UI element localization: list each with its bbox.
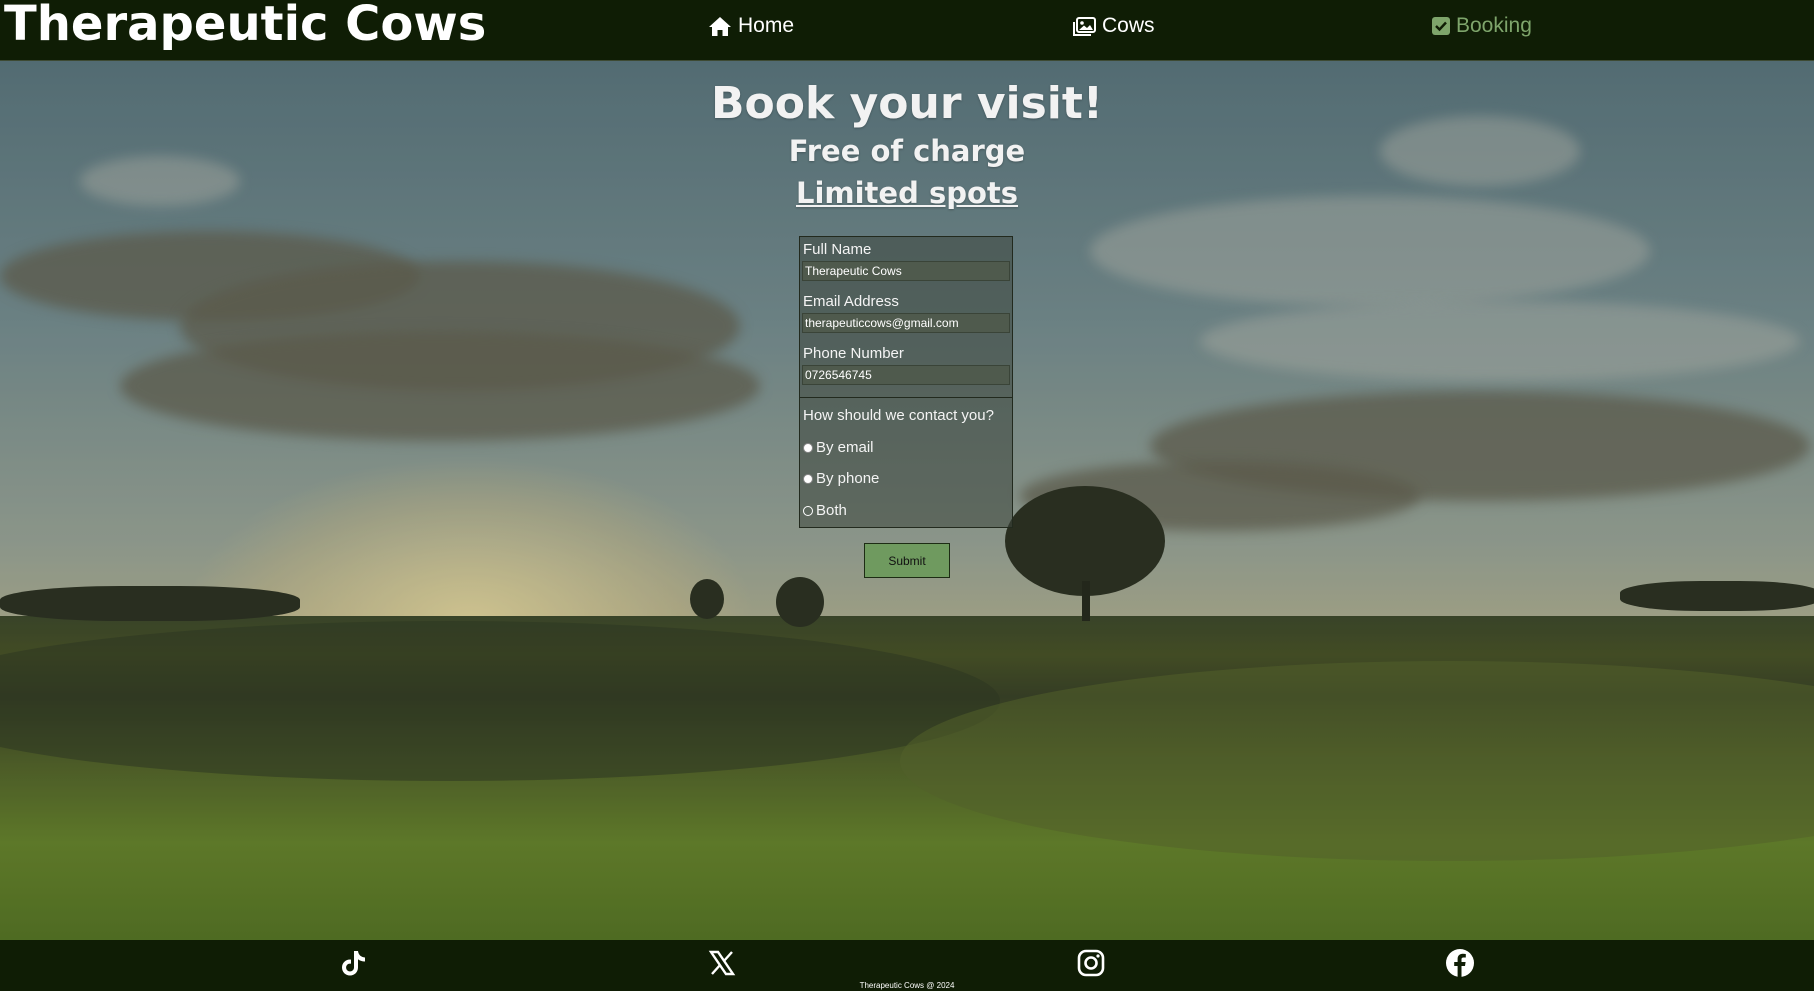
nav-cows-label: Cows bbox=[1102, 14, 1155, 37]
radio-both[interactable] bbox=[803, 505, 813, 516]
x-twitter-icon[interactable] bbox=[707, 948, 737, 978]
radio-phone-label: By phone bbox=[816, 470, 880, 487]
nav-cows[interactable]: Cows bbox=[1073, 14, 1155, 38]
site-header: Therapeutic Cows Home Cows Booking bbox=[0, 0, 1814, 61]
facebook-icon[interactable] bbox=[1445, 948, 1475, 978]
copyright-text: Therapeutic Cows @ 2024 bbox=[859, 981, 955, 990]
images-icon bbox=[1073, 16, 1096, 36]
email-input[interactable] bbox=[802, 313, 1010, 333]
instagram-icon[interactable] bbox=[1076, 948, 1106, 978]
full-name-label: Full Name bbox=[803, 241, 872, 258]
phone-label: Phone Number bbox=[803, 345, 904, 362]
radio-email-label: By email bbox=[816, 439, 874, 456]
contact-option-both[interactable]: Both bbox=[803, 502, 847, 519]
contact-question: How should we contact you? bbox=[803, 407, 994, 424]
radio-phone[interactable] bbox=[803, 473, 813, 484]
nav-booking-label: Booking bbox=[1456, 14, 1532, 37]
nav-home-label: Home bbox=[738, 14, 795, 37]
tiktok-icon[interactable] bbox=[338, 948, 368, 978]
radio-email[interactable] bbox=[803, 442, 813, 453]
limited-spots-text: Limited spots bbox=[795, 176, 1019, 210]
home-icon bbox=[709, 16, 731, 36]
nav-booking[interactable]: Booking bbox=[1432, 14, 1532, 38]
email-label: Email Address bbox=[803, 293, 899, 310]
booking-form: Full Name Email Address Phone Number How… bbox=[799, 236, 1013, 528]
full-name-input[interactable] bbox=[802, 261, 1010, 281]
phone-input[interactable] bbox=[802, 365, 1010, 385]
page-subtitle: Free of charge bbox=[788, 134, 1026, 168]
contact-option-email[interactable]: By email bbox=[803, 439, 874, 456]
page-title: Book your visit! bbox=[711, 78, 1103, 129]
site-logo[interactable]: Therapeutic Cows bbox=[4, 0, 486, 52]
nav-home[interactable]: Home bbox=[708, 14, 794, 38]
radio-both-label: Both bbox=[816, 502, 847, 519]
form-divider bbox=[800, 397, 1012, 398]
submit-button[interactable]: Submit bbox=[864, 543, 950, 578]
contact-option-phone[interactable]: By phone bbox=[803, 470, 879, 487]
checkbox-icon bbox=[1432, 17, 1450, 35]
